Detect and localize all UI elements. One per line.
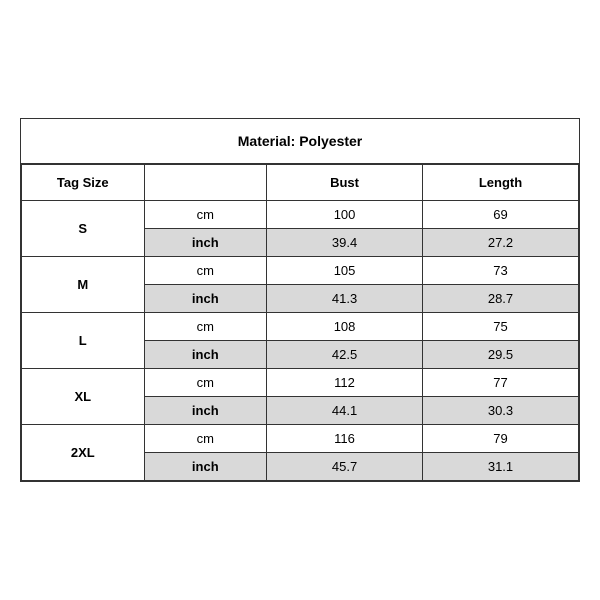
bust-value: 112 bbox=[267, 369, 423, 397]
unit-cell: cm bbox=[144, 201, 267, 229]
unit-cell: inch bbox=[144, 453, 267, 481]
tag-size-cell: M bbox=[22, 257, 145, 313]
length-value: 29.5 bbox=[423, 341, 579, 369]
bust-value: 105 bbox=[267, 257, 423, 285]
table-row: Lcm10875 bbox=[22, 313, 579, 341]
bust-value: 39.4 bbox=[267, 229, 423, 257]
header-bust: Bust bbox=[267, 165, 423, 201]
length-value: 69 bbox=[423, 201, 579, 229]
length-value: 73 bbox=[423, 257, 579, 285]
chart-title: Material: Polyester bbox=[21, 119, 579, 164]
tag-size-cell: S bbox=[22, 201, 145, 257]
unit-cell: inch bbox=[144, 285, 267, 313]
header-length: Length bbox=[423, 165, 579, 201]
tag-size-cell: 2XL bbox=[22, 425, 145, 481]
bust-value: 108 bbox=[267, 313, 423, 341]
tag-size-cell: XL bbox=[22, 369, 145, 425]
table-row: Scm10069 bbox=[22, 201, 579, 229]
bust-value: 100 bbox=[267, 201, 423, 229]
unit-cell: cm bbox=[144, 425, 267, 453]
tag-size-cell: L bbox=[22, 313, 145, 369]
table-row: Mcm10573 bbox=[22, 257, 579, 285]
table-row: 2XLcm11679 bbox=[22, 425, 579, 453]
unit-cell: inch bbox=[144, 397, 267, 425]
unit-cell: cm bbox=[144, 257, 267, 285]
unit-cell: cm bbox=[144, 369, 267, 397]
table-row: XLcm11277 bbox=[22, 369, 579, 397]
unit-cell: cm bbox=[144, 313, 267, 341]
bust-value: 42.5 bbox=[267, 341, 423, 369]
length-value: 27.2 bbox=[423, 229, 579, 257]
length-value: 31.1 bbox=[423, 453, 579, 481]
length-value: 75 bbox=[423, 313, 579, 341]
length-value: 28.7 bbox=[423, 285, 579, 313]
unit-cell: inch bbox=[144, 229, 267, 257]
length-value: 79 bbox=[423, 425, 579, 453]
bust-value: 116 bbox=[267, 425, 423, 453]
header-unit-empty bbox=[144, 165, 267, 201]
table-header: Tag Size Bust Length bbox=[22, 165, 579, 201]
unit-cell: inch bbox=[144, 341, 267, 369]
bust-value: 45.7 bbox=[267, 453, 423, 481]
length-value: 30.3 bbox=[423, 397, 579, 425]
bust-value: 44.1 bbox=[267, 397, 423, 425]
length-value: 77 bbox=[423, 369, 579, 397]
size-table: Tag Size Bust Length Scm10069inch39.427.… bbox=[21, 164, 579, 481]
size-chart: Material: Polyester Tag Size Bust Length… bbox=[20, 118, 580, 482]
bust-value: 41.3 bbox=[267, 285, 423, 313]
header-tag-size: Tag Size bbox=[22, 165, 145, 201]
